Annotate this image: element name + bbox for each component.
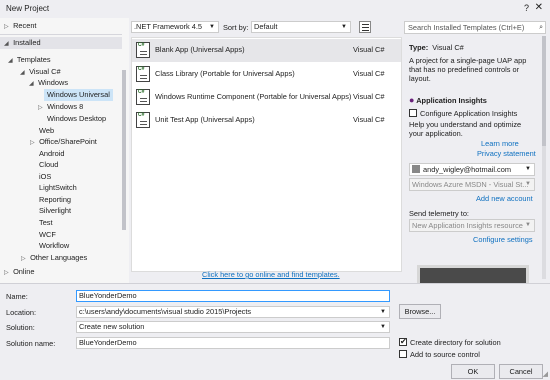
app-insights-checkbox[interactable]: Configure Application Insights [409,109,517,118]
source-control-checkbox[interactable]: Add to source control [399,350,480,359]
ok-button[interactable]: OK [451,364,495,379]
template-row[interactable]: C# Blank App (Universal Apps) Visual C# [132,39,401,62]
tree-item-windows-8[interactable]: ▷ Windows 8 [0,101,83,113]
chevron-down-icon: ▼ [380,309,386,315]
online-templates-link[interactable]: Click here to go online and find templat… [202,270,340,279]
list-view-icon[interactable] [359,21,371,33]
lightbulb-icon: ● [409,95,415,105]
name-input[interactable]: BlueYonderDemo [76,290,390,302]
name-label: Name: [6,292,28,301]
app-insights-heading: ● Application Insights [409,95,487,105]
template-description: A project for a single-page UAP app [409,56,527,65]
tree-item-other-languages[interactable]: ▷ Other Languages [0,252,87,264]
chevron-down-icon: ▼ [525,166,531,172]
expand-arrow-icon: ▷ [4,270,9,276]
app-insights-description: Help you understand and optimize [409,120,522,129]
template-row[interactable]: C# Windows Runtime Component (Portable f… [132,86,401,109]
templates-pane: .NET Framework 4.5 ▼ Sort by: Default ▼ … [130,18,402,283]
title-bar: New Project ? ✕ [0,0,550,17]
template-description: layout. [409,74,431,83]
chevron-down-icon: ▼ [525,222,531,228]
framework-select[interactable]: .NET Framework 4.5 ▼ [131,21,219,33]
tree-scrollbar[interactable] [122,70,126,230]
tree-item-online[interactable]: ▷ Online [0,266,130,278]
avatar-icon [412,165,420,173]
collapse-arrow-icon: ◢ [29,81,34,87]
solution-label: Solution: [6,323,35,332]
expand-arrow-icon: ▷ [30,140,35,146]
sort-select[interactable]: Default ▼ [251,21,351,33]
template-type: Type: Visual C# [409,43,464,52]
configure-settings-link[interactable]: Configure settings [473,235,533,244]
details-scrollbar[interactable] [542,36,546,279]
project-template-icon: C# [136,89,150,105]
resize-grip-icon[interactable]: ◢ [543,370,548,378]
tree-item-workflow[interactable]: Workflow [39,240,69,252]
tree-item-test[interactable]: Test [39,217,53,229]
template-description: that has no predefined controls or [409,65,520,74]
location-label: Location: [6,308,36,317]
details-pane: Search Installed Templates (Ctrl+E) ⌕ Ty… [403,18,550,285]
checkbox-icon[interactable] [399,350,407,358]
tree-item-lightswitch[interactable]: LightSwitch [39,182,77,194]
tree-item-silverlight[interactable]: Silverlight [39,205,71,217]
chevron-down-icon: ▼ [341,24,347,30]
window-title: New Project [6,4,50,13]
chevron-down-icon: ▼ [209,24,215,30]
privacy-statement-link[interactable]: Privacy statement [477,149,536,158]
solution-select[interactable]: Create new solution ▼ [76,321,390,333]
learn-more-link[interactable]: Learn more [481,139,519,148]
close-button[interactable]: ✕ [535,2,543,13]
project-template-icon: C# [136,66,150,82]
solution-name-label: Solution name: [6,339,56,348]
project-template-icon: C# [136,112,150,128]
location-input[interactable]: c:\users\andy\documents\visual studio 20… [76,306,390,318]
template-list: C# Blank App (Universal Apps) Visual C# … [131,37,402,272]
expand-arrow-icon: ▷ [38,105,43,111]
tree-item-windows-desktop[interactable]: Windows Desktop [47,113,106,125]
template-row[interactable]: C# Class Library (Portable for Universal… [132,63,401,86]
sort-label: Sort by: [223,23,249,32]
checkbox-checked-icon[interactable] [399,337,407,346]
tree-item-cloud[interactable]: Cloud [39,159,58,171]
browse-button[interactable]: Browse... [399,304,441,319]
solution-name-input[interactable]: BlueYonderDemo [76,337,390,349]
scrollbar-thumb[interactable] [542,36,546,146]
tree-item-installed[interactable]: ◢ Installed [0,37,122,49]
checkbox-icon[interactable] [409,109,417,117]
category-tree: ▷ Recent ◢ Installed ◢ Templates ◢ Visua… [0,18,129,283]
tree-item-windows[interactable]: ◢ Windows [0,77,68,89]
project-template-icon: C# [136,42,150,58]
help-button[interactable]: ? [524,3,529,13]
tree-item-windows-universal[interactable]: Windows Universal [44,89,113,101]
project-form: Name: BlueYonderDemo Location: c:\users\… [0,283,550,380]
divider [0,34,122,35]
collapse-arrow-icon: ◢ [4,41,9,47]
search-templates-input[interactable]: Search Installed Templates (Ctrl+E) ⌕ [404,21,546,34]
chevron-down-icon: ▼ [380,324,386,330]
chevron-down-icon: ▼ [525,181,531,187]
template-row[interactable]: C# Unit Test App (Universal Apps) Visual… [132,109,401,132]
create-directory-checkbox[interactable]: Create directory for solution [399,337,501,347]
tree-item-templates[interactable]: ◢ Templates [0,54,51,66]
app-insights-description: your application. [409,129,463,138]
template-preview-image [417,265,529,285]
account-select[interactable]: andy_wigley@hotmail.com ▼ [409,163,535,176]
search-icon: ⌕ [539,24,543,31]
subscription-select[interactable]: Windows Azure MSDN - Visual St... ▼ [409,178,535,191]
expand-arrow-icon: ▷ [21,256,26,262]
tree-item-office-sharepoint[interactable]: ▷ Office/SharePoint [0,136,97,148]
expand-arrow-icon: ▷ [4,24,9,30]
telemetry-label: Send telemetry to: [409,209,469,218]
tree-item-recent[interactable]: ▷ Recent [0,20,122,32]
cancel-button[interactable]: Cancel [499,364,543,379]
telemetry-select[interactable]: New Application Insights resource ▼ [409,219,535,232]
add-account-link[interactable]: Add new account [476,194,533,203]
